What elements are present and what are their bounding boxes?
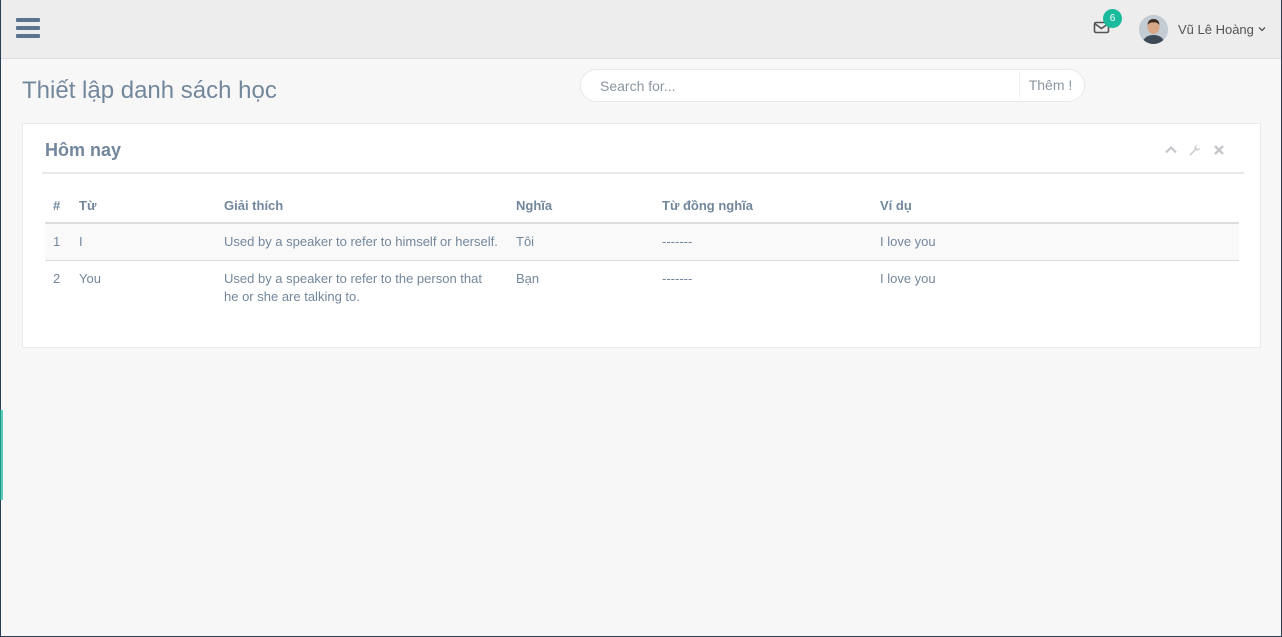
table-row[interactable]: 1 I Used by a speaker to refer to himsel… — [45, 222, 1239, 261]
add-button[interactable]: Thêm ! — [1019, 72, 1081, 99]
row-meaning: Tôi — [508, 222, 654, 261]
row-synonym: ------- — [654, 260, 872, 315]
panel-title: Hôm nay — [45, 140, 122, 160]
today-panel: Hôm nay # Từ Giải thích Nghĩa Từ đồng ng… — [22, 123, 1261, 348]
table-row[interactable]: 2 You Used by a speaker to refer to the … — [45, 260, 1239, 315]
search-group — [580, 69, 1085, 102]
wrench-icon[interactable] — [1188, 143, 1202, 157]
avatar[interactable] — [1139, 15, 1168, 44]
row-example: I love you — [872, 260, 1239, 315]
row-example: I love you — [872, 222, 1239, 261]
column-header-index: # — [45, 188, 71, 224]
column-header-explanation: Giải thích — [216, 188, 508, 224]
row-word: You — [71, 260, 216, 315]
menu-icon[interactable] — [16, 18, 40, 40]
column-header-meaning: Nghĩa — [508, 188, 654, 224]
panel-toolbox — [1164, 143, 1226, 157]
column-header-synonym: Từ đồng nghĩa — [654, 188, 872, 224]
column-header-example: Ví dụ — [872, 188, 1239, 224]
notification-badge: 6 — [1103, 9, 1122, 28]
table-header-row: # Từ Giải thích Nghĩa Từ đồng nghĩa Ví d… — [45, 188, 1239, 224]
close-icon[interactable] — [1212, 143, 1226, 157]
row-explanation: Used by a speaker to refer to himself or… — [216, 222, 508, 261]
panel-divider — [42, 172, 1244, 174]
sidebar-edge — [0, 410, 3, 500]
column-header-word: Từ — [71, 188, 216, 224]
row-index: 2 — [45, 260, 71, 315]
row-explanation: Used by a speaker to refer to the person… — [216, 260, 508, 315]
chevron-down-icon[interactable] — [1257, 24, 1267, 34]
row-index: 1 — [45, 222, 71, 261]
page-title: Thiết lập danh sách học — [22, 77, 277, 104]
top-navbar: 6 Vũ Lê Hoàng — [1, 0, 1281, 59]
row-synonym: ------- — [654, 222, 872, 261]
search-input[interactable] — [581, 70, 1019, 101]
row-meaning: Bạn — [508, 260, 654, 315]
user-name[interactable]: Vũ Lê Hoàng — [1178, 22, 1254, 37]
chevron-up-icon[interactable] — [1164, 143, 1178, 157]
row-word: I — [71, 222, 216, 261]
vocabulary-table: # Từ Giải thích Nghĩa Từ đồng nghĩa Ví d… — [45, 188, 1239, 315]
